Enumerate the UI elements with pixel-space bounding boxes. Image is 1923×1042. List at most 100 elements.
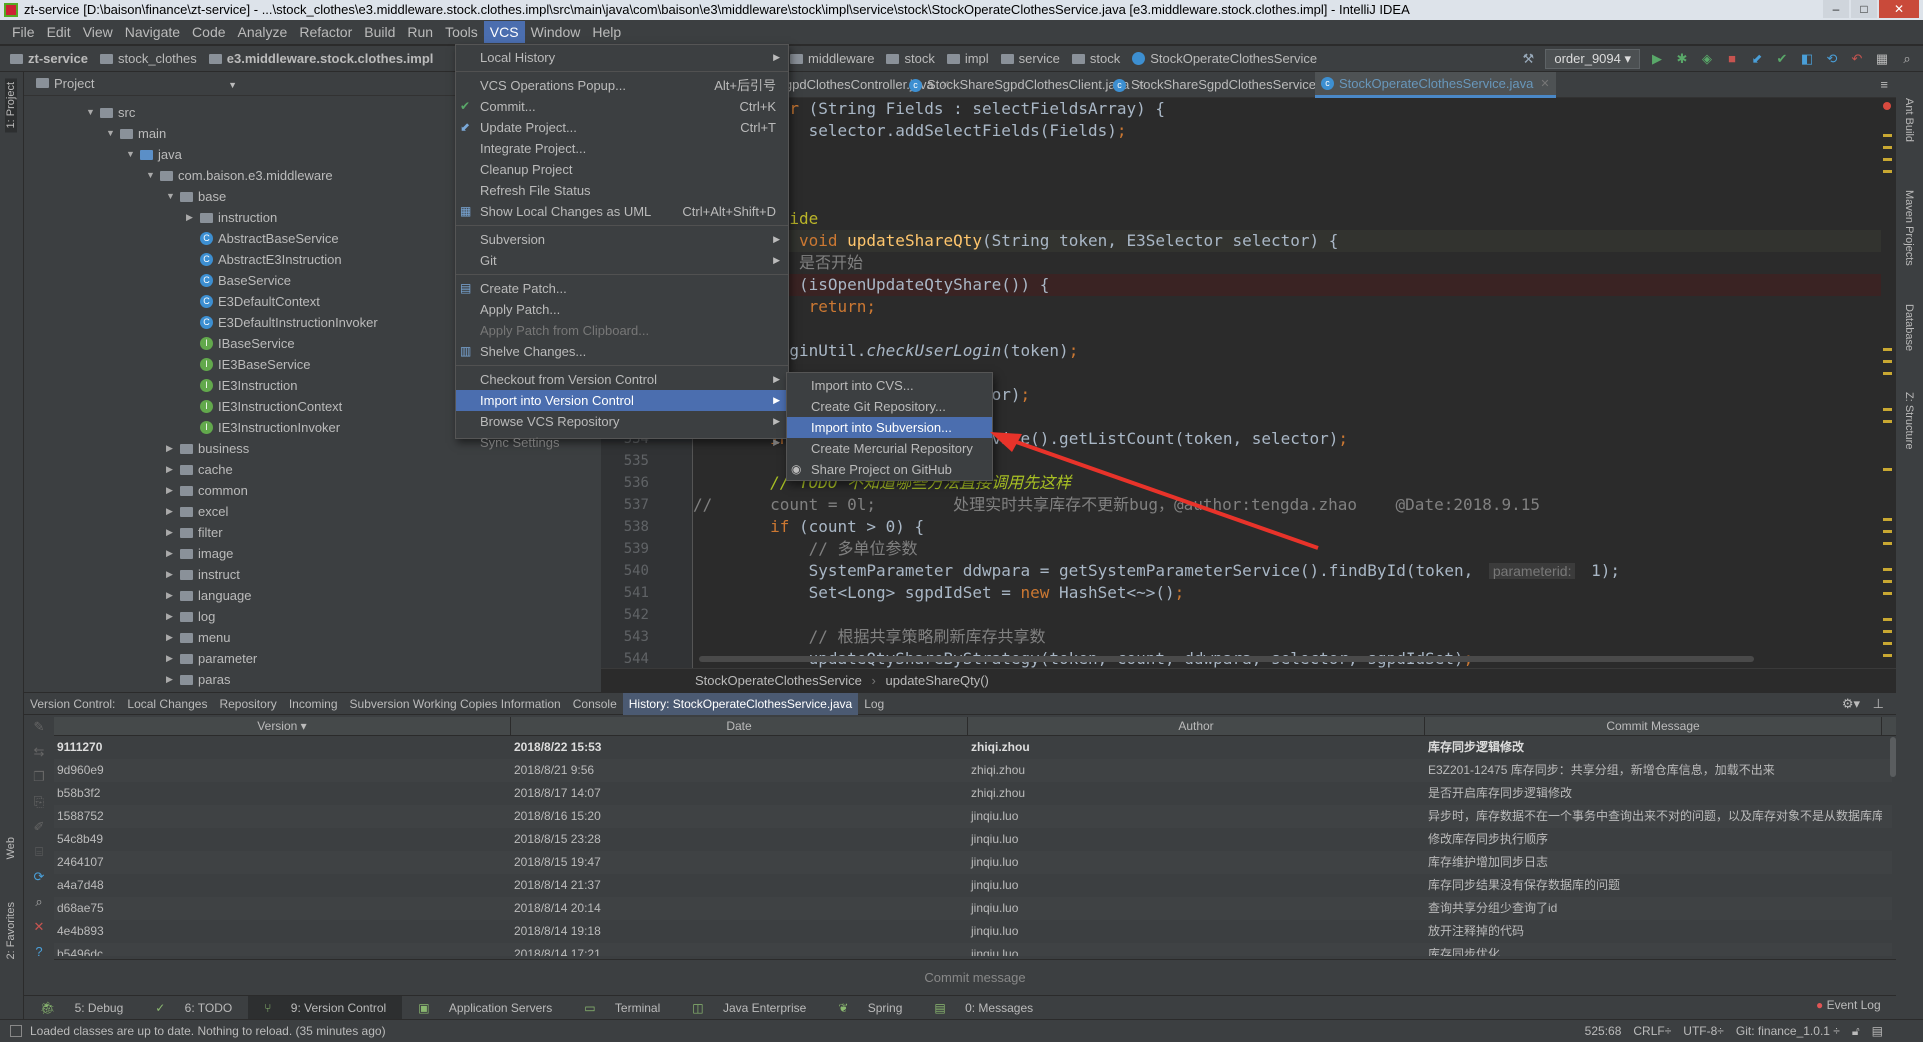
nav-crumb[interactable]: stock [1071, 51, 1120, 66]
line-number[interactable]: 536 [609, 472, 649, 494]
tree-item-excel[interactable]: ▶ excel [166, 501, 228, 522]
tree-item-e3defaultcontext[interactable]: C E3DefaultContext [186, 291, 320, 312]
history-row[interactable]: b58b3f2 2018/8/17 14:07 zhiqi.zhou 是否开启库存同步… [54, 782, 1892, 805]
expand-arrow-closed-icon[interactable]: ▶ [166, 669, 180, 690]
help-icon[interactable]: ? [35, 944, 42, 959]
vcs-menu-item-shelve-changes[interactable]: ▥ Shelve Changes... [456, 341, 788, 362]
error-stripe-mark[interactable] [1883, 146, 1892, 149]
vcs-menu-item-git[interactable]: Git ▶ [456, 250, 788, 271]
vc-tab[interactable]: History: StockOperateClothesService.java [622, 692, 859, 715]
error-stripe-mark[interactable] [1883, 372, 1892, 375]
expand-arrow-open-icon[interactable]: ▼ [126, 144, 140, 165]
vcs-menu-item-show-local-changes-as-uml[interactable]: ▦ Show Local Changes as UML Ctrl+Alt+Shift… [456, 201, 788, 222]
tree-item-com-baison-e3-middleware[interactable]: ▼ com.baison.e3.middleware [146, 165, 333, 186]
menu-file[interactable]: File [6, 21, 41, 43]
tree-item-common[interactable]: ▶ common [166, 480, 248, 501]
code-line[interactable]: 525 public void updateShareQty(String to… [601, 230, 1881, 252]
web-tool-button[interactable]: Web [5, 837, 17, 859]
column-header-author[interactable]: Author [968, 717, 1425, 735]
tree-item-ie3instruction[interactable]: I IE3Instruction [186, 375, 298, 396]
line-number[interactable]: 544 [609, 648, 649, 668]
code-line[interactable]: 519 for (String Fields : selectFieldsArr… [601, 98, 1881, 120]
submenu-item-import-into-cvs[interactable]: Import into CVS... [787, 375, 992, 396]
file-encoding[interactable]: UTF-8÷ [1683, 1020, 1724, 1042]
code-line[interactable]: 541 Set<Long> sgpdIdSet = new HashSet<~>… [601, 582, 1881, 604]
table-scrollbar[interactable] [1890, 737, 1896, 777]
error-stripe-mark[interactable] [1883, 360, 1892, 363]
find-icon[interactable]: ⌕ [35, 894, 42, 910]
tool-windows-toggle-icon[interactable] [10, 1025, 22, 1037]
vcs-menu-item-local-history[interactable]: Local History ▶ [456, 47, 788, 68]
menu-vcs[interactable]: VCS [483, 21, 525, 43]
line-number[interactable]: 542 [609, 604, 649, 626]
tree-item-abstracte3instruction[interactable]: C AbstractE3Instruction [186, 249, 342, 270]
search-icon[interactable]: ⌕ [1899, 51, 1915, 67]
error-stripe-mark[interactable] [1883, 568, 1892, 571]
run-configuration-select[interactable]: order_9094 ▾ [1545, 49, 1640, 69]
code-line[interactable]: 538 if (count > 0) { [601, 516, 1881, 538]
tree-item-ibaseservice[interactable]: I IBaseService [186, 333, 295, 354]
code-line[interactable]: 537 // count = 0l; 处理实时共享库存不更新bug，@author… [601, 494, 1881, 516]
stop-icon[interactable]: ■ [1724, 51, 1740, 67]
expand-arrow-closed-icon[interactable]: ▶ [166, 585, 180, 606]
event-log-button[interactable]: ● Event Log [1816, 998, 1881, 1012]
history-row[interactable]: 1588752 2018/8/16 15:20 jinqiu.luo 异步时，库存数据… [54, 805, 1892, 828]
tool-window-9-version-control[interactable]: ⑂ 9: Version Control [248, 995, 403, 1020]
memory-indicator-icon[interactable]: ▤ [1872, 1020, 1883, 1042]
error-stripe-mark[interactable] [1883, 654, 1892, 657]
close-icon[interactable]: ✕ [34, 919, 45, 935]
error-stripe-mark[interactable] [1883, 348, 1892, 351]
line-number[interactable]: 543 [609, 626, 649, 648]
vcs-menu-item-browse-vcs-repository[interactable]: Browse VCS Repository ▶ [456, 411, 788, 432]
error-stripe[interactable] [1880, 98, 1894, 668]
error-stripe-mark[interactable] [1883, 542, 1892, 545]
line-number[interactable]: 541 [609, 582, 649, 604]
tree-item-e3defaultinstructioninvoker[interactable]: C E3DefaultInstructionInvoker [186, 312, 378, 333]
maven-projects-tool-button[interactable]: Maven Projects [1903, 190, 1915, 266]
expand-arrow-closed-icon[interactable]: ▶ [166, 564, 180, 585]
error-stripe-mark[interactable] [1883, 592, 1892, 595]
lock-icon[interactable]: 🔓︎ [1852, 1020, 1860, 1042]
vc-tab[interactable]: Repository [213, 693, 282, 715]
code-line[interactable]: 528 return; [601, 296, 1881, 318]
vcs-menu-item-import-into-version-control[interactable]: Import into Version Control ▶ [456, 390, 788, 411]
expand-arrow-closed-icon[interactable]: ▶ [166, 438, 180, 459]
chevron-down-icon[interactable]: ▼ [228, 80, 237, 90]
tree-item-paras[interactable]: ▶ paras [166, 669, 231, 690]
tree-item-menu[interactable]: ▶ menu [166, 627, 231, 648]
tool-window-spring[interactable]: ❦ Spring [822, 996, 918, 1020]
nav-crumb[interactable]: stock [886, 51, 935, 66]
tree-item-main[interactable]: ▼ main [106, 123, 166, 144]
error-stripe-mark[interactable] [1883, 530, 1892, 533]
favorites-tool-button[interactable]: 2: Favorites [5, 902, 17, 959]
vcs-menu-item-checkout-from-version-control[interactable]: Checkout from Version Control ▶ [456, 369, 788, 390]
vcs-commit-icon[interactable]: ✔ [1774, 51, 1790, 67]
tree-item-abstractbaseservice[interactable]: C AbstractBaseService [186, 228, 339, 249]
vcs-compare-icon[interactable]: ◧ [1799, 51, 1815, 67]
vcs-menu-item-subversion[interactable]: Subversion ▶ [456, 229, 788, 250]
code-line[interactable]: 521 } [601, 142, 1881, 164]
vc-tab[interactable]: Log [858, 693, 890, 715]
error-stripe-mark[interactable] [1883, 170, 1892, 173]
vcs-menu-item-refresh-file-status[interactable]: Refresh File Status [456, 180, 788, 201]
tree-item-ie3baseservice[interactable]: I IE3BaseService [186, 354, 311, 375]
nav-crumb[interactable]: e3.middleware.stock.clothes.impl [208, 51, 433, 66]
history-row[interactable]: 9d960e9 2018/8/21 9:56 zhiqi.zhou E3Z201-12… [54, 759, 1892, 782]
error-stripe-mark[interactable] [1883, 518, 1892, 521]
vc-tab[interactable]: Local Changes [121, 693, 213, 715]
close-button[interactable]: ✕ [1879, 0, 1919, 18]
column-header-version[interactable]: Version ▾ [54, 717, 511, 735]
line-number[interactable]: 540 [609, 560, 649, 582]
line-number[interactable]: 538 [609, 516, 649, 538]
horizontal-scrollbar[interactable] [699, 656, 1754, 662]
line-separator[interactable]: CRLF÷ [1633, 1020, 1671, 1042]
expand-arrow-closed-icon[interactable]: ▶ [166, 648, 180, 669]
code-line[interactable]: 542 [601, 604, 1881, 626]
menu-code[interactable]: Code [186, 21, 231, 43]
code-line[interactable]: 529 } [601, 318, 1881, 340]
nav-crumb[interactable]: zt-service [10, 51, 88, 66]
submenu-item-create-git-repository[interactable]: Create Git Repository... [787, 396, 992, 417]
project-structure-icon[interactable]: ▦ [1874, 51, 1890, 67]
code-line[interactable]: 524 @Override [601, 208, 1881, 230]
error-indicator-icon[interactable] [1883, 102, 1891, 110]
